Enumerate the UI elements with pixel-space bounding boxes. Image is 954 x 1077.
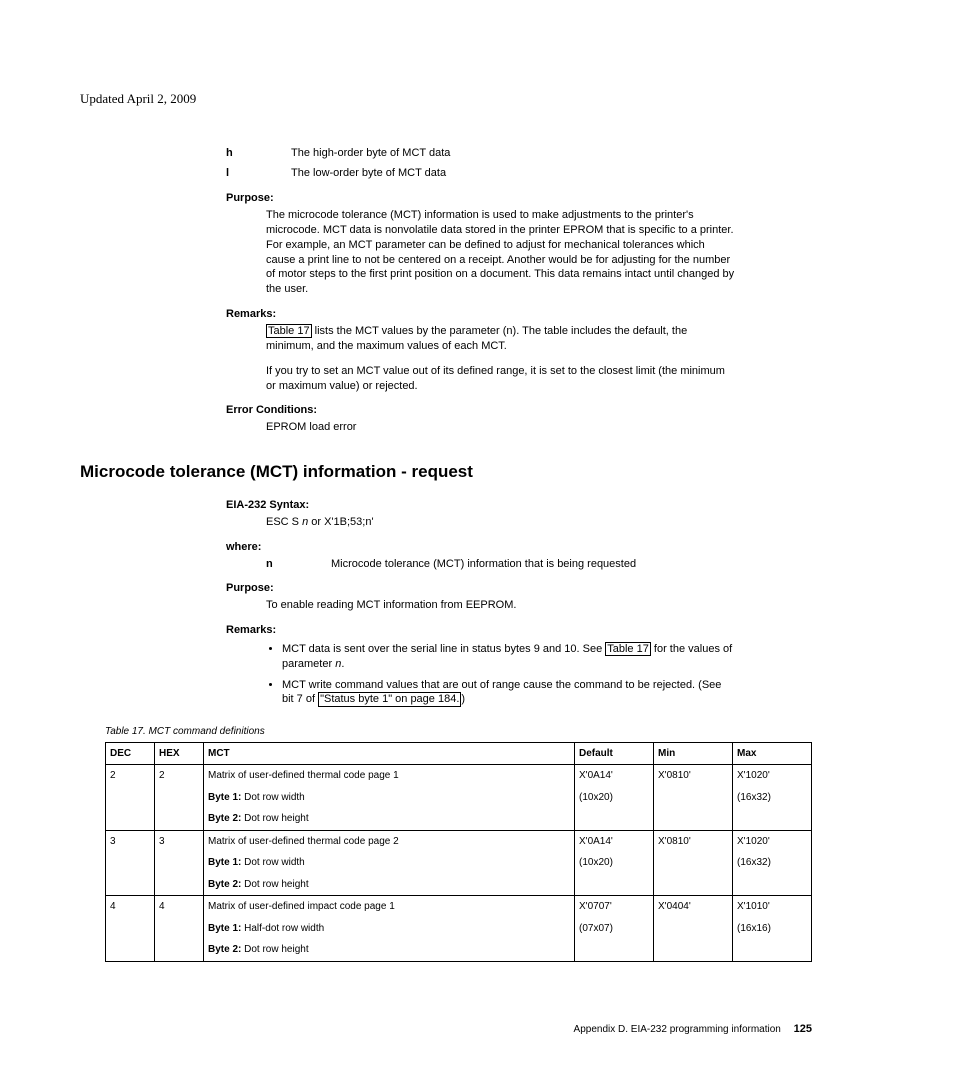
def2: (07x07) — [579, 922, 649, 936]
cell-min: X'0404' — [654, 896, 733, 962]
cell-mct: Matrix of user-defined thermal code page… — [204, 830, 575, 896]
max1: X'1020' — [737, 835, 807, 849]
purpose2-text: To enable reading MCT information from E… — [266, 598, 736, 613]
request-block: EIA-232 Syntax: ESC S n or X'1B;53;n' wh… — [226, 498, 736, 707]
cell-min: X'0810' — [654, 830, 733, 896]
remarks2-label: Remarks: — [226, 623, 736, 638]
b2b: ) — [461, 693, 465, 705]
table17-link[interactable]: Table 17 — [266, 324, 312, 338]
mct-table: DEC HEX MCT Default Min Max 2 2 Matrix o… — [105, 742, 812, 962]
b2v: Dot row height — [241, 813, 308, 824]
cell-hex: 2 — [155, 765, 204, 831]
where-label: where: — [226, 540, 736, 555]
syntax-prefix: ESC S — [266, 516, 302, 528]
remarks-label: Remarks: — [226, 307, 736, 322]
cell-hex: 3 — [155, 830, 204, 896]
cell-dec: 2 — [106, 765, 155, 831]
table-header-row: DEC HEX MCT Default Min Max — [106, 742, 812, 765]
purpose-text: The microcode tolerance (MCT) informatio… — [266, 208, 736, 297]
cell-max: X'1010' (16x16) — [733, 896, 812, 962]
table-row: 2 2 Matrix of user-defined thermal code … — [106, 765, 812, 831]
mct-table-wrap: Table 17. MCT command definitions DEC HE… — [105, 725, 812, 962]
cell-hex: 4 — [155, 896, 204, 962]
th-mct: MCT — [204, 742, 575, 765]
where-n-text: Microcode tolerance (MCT) information th… — [331, 557, 736, 572]
max1: X'1020' — [737, 769, 807, 783]
cell-default: X'0707' (07x07) — [575, 896, 654, 962]
purpose2-label: Purpose: — [226, 581, 736, 596]
b1l: Byte 1: — [208, 923, 241, 934]
cell-min: X'0810' — [654, 765, 733, 831]
th-dec: DEC — [106, 742, 155, 765]
error-label: Error Conditions: — [226, 403, 736, 418]
max1: X'1010' — [737, 900, 807, 914]
b1v: Dot row width — [241, 857, 304, 868]
cell-mct: Matrix of user-defined impact code page … — [204, 896, 575, 962]
cell-default: X'0A14' (10x20) — [575, 765, 654, 831]
mct-title: Matrix of user-defined impact code page … — [208, 901, 395, 912]
def1: X'0A14' — [579, 835, 649, 849]
definitions-block: h The high-order byte of MCT data l The … — [226, 146, 736, 436]
section-heading: Microcode tolerance (MCT) information - … — [80, 461, 874, 484]
def-l-text: The low-order byte of MCT data — [291, 166, 736, 181]
mct-title: Matrix of user-defined thermal code page… — [208, 770, 399, 781]
where-n-key: n — [266, 557, 331, 572]
cell-mct: Matrix of user-defined thermal code page… — [204, 765, 575, 831]
th-hex: HEX — [155, 742, 204, 765]
b2l: Byte 2: — [208, 813, 241, 824]
cell-dec: 4 — [106, 896, 155, 962]
max2: (16x32) — [737, 856, 807, 870]
cell-default: X'0A14' (10x20) — [575, 830, 654, 896]
b1a: MCT data is sent over the serial line in… — [282, 643, 605, 655]
def1: X'0707' — [579, 900, 649, 914]
b2l: Byte 2: — [208, 879, 241, 890]
where-n: n Microcode tolerance (MCT) information … — [266, 557, 736, 572]
status-byte-link[interactable]: "Status byte 1" on page 184. — [318, 692, 461, 706]
page-number: 125 — [794, 1023, 812, 1035]
footer-text: Appendix D. EIA-232 programming informat… — [574, 1024, 781, 1035]
syntax-text: ESC S n or X'1B;53;n' — [266, 515, 736, 530]
def-h-text: The high-order byte of MCT data — [291, 146, 736, 161]
remarks-text-2: If you try to set an MCT value out of it… — [266, 364, 736, 394]
th-default: Default — [575, 742, 654, 765]
b1v: Dot row width — [241, 792, 304, 803]
syntax-suffix: or X'1B;53;n' — [308, 516, 373, 528]
b1l: Byte 1: — [208, 857, 241, 868]
b2v: Dot row height — [241, 879, 308, 890]
table-row: 4 4 Matrix of user-defined impact code p… — [106, 896, 812, 962]
syntax-label: EIA-232 Syntax: — [226, 498, 736, 513]
max2: (16x32) — [737, 791, 807, 805]
error-text: EPROM load error — [266, 420, 736, 435]
def2: (10x20) — [579, 791, 649, 805]
table-row: 3 3 Matrix of user-defined thermal code … — [106, 830, 812, 896]
remarks-bullet-2: MCT write command values that are out of… — [282, 678, 736, 708]
def1: X'0A14' — [579, 769, 649, 783]
def-h-key: h — [226, 146, 291, 161]
def-h: h The high-order byte of MCT data — [226, 146, 736, 161]
cell-max: X'1020' (16x32) — [733, 765, 812, 831]
mct-title: Matrix of user-defined thermal code page… — [208, 836, 399, 847]
purpose-label: Purpose: — [226, 191, 736, 206]
table-caption: Table 17. MCT command definitions — [105, 725, 812, 739]
page-footer: Appendix D. EIA-232 programming informat… — [80, 1022, 812, 1037]
def2: (10x20) — [579, 856, 649, 870]
max2: (16x16) — [737, 922, 807, 936]
th-max: Max — [733, 742, 812, 765]
b1l: Byte 1: — [208, 792, 241, 803]
remarks-list: MCT data is sent over the serial line in… — [266, 642, 736, 707]
remarks-text-1: Table 17 lists the MCT values by the par… — [266, 324, 736, 354]
cell-dec: 3 — [106, 830, 155, 896]
th-min: Min — [654, 742, 733, 765]
b1v: Half-dot row width — [241, 923, 324, 934]
remarks-bullet-1: MCT data is sent over the serial line in… — [282, 642, 736, 672]
b1c: . — [341, 658, 344, 670]
remarks-text-1a: lists the MCT values by the parameter (n… — [266, 325, 687, 352]
cell-max: X'1020' (16x32) — [733, 830, 812, 896]
def-l-key: l — [226, 166, 291, 181]
table17-link-2[interactable]: Table 17 — [605, 642, 651, 656]
updated-date: Updated April 2, 2009 — [80, 90, 874, 108]
def-l: l The low-order byte of MCT data — [226, 166, 736, 181]
